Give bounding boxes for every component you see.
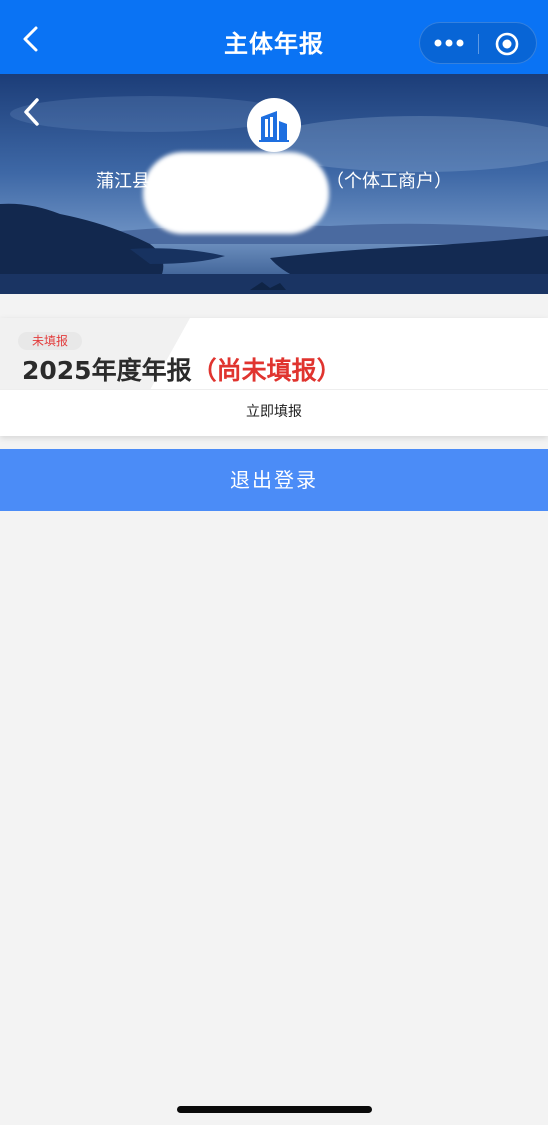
card-divider bbox=[0, 389, 548, 390]
logout-button[interactable]: 退出登录 bbox=[0, 449, 548, 511]
entity-name: 蒲江县 bbox=[96, 171, 150, 192]
more-dots-icon[interactable] bbox=[432, 32, 466, 54]
annual-report-card: 未填报 2025年度年报（尚未填报） 立即填报 bbox=[0, 318, 548, 436]
fill-now-button[interactable]: 立即填报 bbox=[0, 396, 548, 428]
nav-back-icon[interactable] bbox=[14, 22, 48, 56]
entity-banner: 蒲江县 （个体工商户） bbox=[0, 74, 548, 294]
report-title: 2025年度年报（尚未填报） bbox=[22, 354, 342, 388]
building-icon bbox=[247, 98, 301, 152]
report-status: （尚未填报） bbox=[191, 356, 342, 385]
capsule-divider bbox=[478, 34, 479, 54]
report-year: 2025年度年报 bbox=[22, 356, 192, 385]
status-badge: 未填报 bbox=[18, 332, 82, 350]
banner-back-icon[interactable] bbox=[16, 94, 48, 130]
entity-type: （个体工商户） bbox=[326, 171, 452, 192]
nav-bar: 主体年报 bbox=[0, 0, 548, 74]
redaction-mark bbox=[143, 152, 329, 234]
mini-program-capsule bbox=[419, 22, 537, 64]
target-circle-icon[interactable] bbox=[494, 31, 520, 57]
home-indicator bbox=[177, 1106, 372, 1113]
